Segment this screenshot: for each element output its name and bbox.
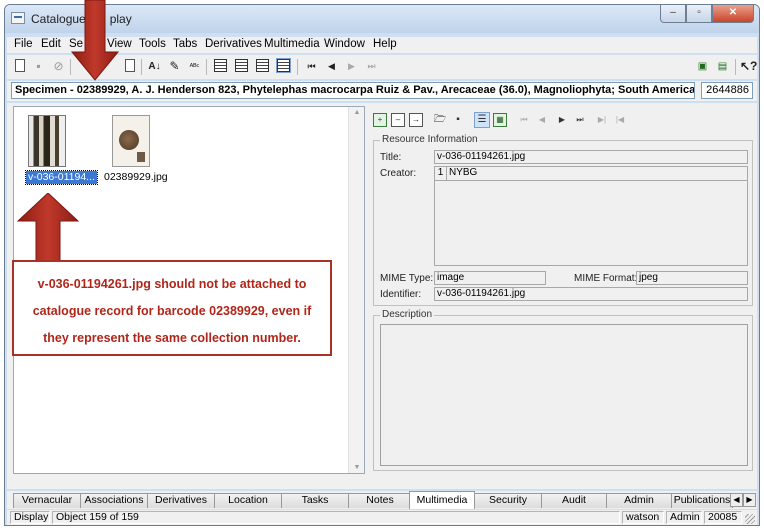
open-folder-icon[interactable]: 🗁 bbox=[433, 113, 447, 127]
annotation-arrow-down bbox=[70, 0, 120, 81]
previous-multimedia-icon[interactable]: ◀ bbox=[535, 113, 549, 127]
annotation-line: v-036-01194261.jpg should not be attache… bbox=[37, 277, 307, 291]
last-multimedia-icon[interactable]: ⏭ bbox=[573, 113, 587, 127]
add-multimedia-icon[interactable]: + bbox=[373, 113, 387, 127]
annotation-arrow-up bbox=[16, 193, 80, 266]
tab-vernacular[interactable]: Vernacular bbox=[13, 493, 81, 508]
edit-note-icon[interactable]: ✎ bbox=[167, 59, 182, 74]
annotation-line: they represent the same collection numbe… bbox=[43, 331, 301, 345]
menu-multimedia[interactable]: Multimedia bbox=[264, 38, 320, 50]
status-object: Object 159 of 159 bbox=[52, 511, 620, 524]
menu-file[interactable]: File bbox=[14, 38, 33, 50]
record-summary: Specimen - 02389929, A. J. Henderson 823… bbox=[11, 82, 695, 99]
resource-information-group: Resource Information Title: v-036-011942… bbox=[373, 134, 753, 306]
spellcheck-icon[interactable]: ᴬᴮᶜ bbox=[187, 59, 202, 74]
remove-multimedia-icon[interactable]: – bbox=[391, 113, 405, 127]
image-view-icon[interactable]: ▦ bbox=[493, 113, 507, 127]
status-bar: Display Object 159 of 159 watson Admin 2… bbox=[7, 510, 757, 525]
copy-record-icon[interactable] bbox=[125, 59, 135, 72]
next-multimedia-icon[interactable]: ▶ bbox=[555, 113, 569, 127]
tab-location[interactable]: Location bbox=[214, 493, 282, 508]
step-forward-icon[interactable]: ▶| bbox=[595, 113, 609, 127]
tab-derivatives[interactable]: Derivatives bbox=[147, 493, 215, 508]
status-code: 20085 bbox=[704, 511, 742, 524]
export-icon[interactable]: ▤ bbox=[715, 59, 730, 74]
first-record-icon[interactable]: ⏮ bbox=[304, 59, 319, 74]
status-mode: Display bbox=[10, 511, 50, 524]
tab-associations[interactable]: Associations bbox=[80, 493, 148, 508]
mime-format-label: MIME Format: bbox=[574, 273, 638, 284]
resize-grip[interactable] bbox=[745, 514, 755, 524]
tab-scroll-right-icon[interactable]: ▶ bbox=[743, 493, 756, 507]
tab-security[interactable]: Security bbox=[474, 493, 542, 508]
step-back-icon[interactable]: |◀ bbox=[613, 113, 627, 127]
description-group: Description bbox=[373, 309, 753, 471]
new-record-icon[interactable] bbox=[15, 59, 25, 72]
thumbnail-label[interactable]: 02389929.jpg bbox=[104, 171, 168, 184]
title-label: Title: bbox=[380, 152, 402, 163]
identifier-field[interactable]: v-036-01194261.jpg bbox=[434, 287, 748, 301]
resource-information-legend: Resource Information bbox=[380, 134, 480, 145]
cancel-icon[interactable]: ⊘ bbox=[51, 59, 66, 74]
display-view-icon[interactable] bbox=[276, 58, 291, 73]
save-icon[interactable]: ▪ bbox=[31, 59, 46, 74]
caption-buttons: – ▫ ✕ bbox=[660, 5, 754, 24]
maximize-button[interactable]: ▫ bbox=[686, 5, 712, 23]
menu-edit[interactable]: Edit bbox=[41, 38, 61, 50]
menu-tabs[interactable]: Tabs bbox=[173, 38, 197, 50]
thumbnail-scrollbar[interactable]: ▲ ▼ bbox=[348, 107, 364, 473]
description-field[interactable] bbox=[380, 324, 748, 466]
multimedia-toolbar: + – → 🗁 ▪ ☰ ▦ ⏮ ◀ ▶ ⏭ ▶| |◀ bbox=[369, 111, 753, 131]
close-button[interactable]: ✕ bbox=[712, 5, 754, 23]
tab-notes[interactable]: Notes bbox=[348, 493, 412, 508]
mime-type-field[interactable]: image bbox=[434, 271, 546, 285]
next-record-icon[interactable]: ▶ bbox=[344, 59, 359, 74]
last-record-icon[interactable]: ⏭ bbox=[364, 59, 379, 74]
description-legend: Description bbox=[380, 309, 435, 320]
tab-tasks[interactable]: Tasks bbox=[281, 493, 349, 508]
scroll-down-icon[interactable]: ▼ bbox=[349, 464, 365, 471]
record-id: 2644886 bbox=[701, 82, 753, 99]
status-role: Admin bbox=[666, 511, 702, 524]
mime-type-label: MIME Type: bbox=[380, 273, 434, 284]
detail-view-icon[interactable] bbox=[256, 59, 269, 72]
save-multimedia-icon[interactable]: ▪ bbox=[451, 113, 465, 127]
app-icon bbox=[11, 12, 25, 24]
context-help-icon[interactable]: ↖? bbox=[740, 59, 757, 74]
tab-publications[interactable]: Publications bbox=[671, 493, 733, 508]
identifier-label: Identifier: bbox=[380, 289, 422, 300]
creator-value: NYBG bbox=[449, 167, 478, 178]
creator-index: 1 bbox=[435, 167, 447, 181]
title-field[interactable]: v-036-01194261.jpg bbox=[434, 150, 748, 164]
list-view-icon[interactable] bbox=[235, 59, 248, 72]
annotation-line: catalogue record for barcode 02389929, e… bbox=[32, 304, 312, 318]
creator-list[interactable]: 1 NYBG bbox=[434, 166, 748, 266]
annotation-callout: v-036-01194261.jpg should not be attache… bbox=[12, 260, 332, 356]
thumbnail-image[interactable] bbox=[112, 115, 150, 167]
minimize-button[interactable]: – bbox=[660, 5, 686, 23]
tab-strip: Vernacular Associations Derivatives Loca… bbox=[7, 491, 757, 509]
report-icon[interactable]: ▣ bbox=[695, 59, 710, 74]
previous-record-icon[interactable]: ◀ bbox=[324, 59, 339, 74]
creator-label: Creator: bbox=[380, 168, 417, 179]
tab-multimedia[interactable]: Multimedia bbox=[409, 491, 475, 509]
sort-icon[interactable]: A↓ bbox=[147, 59, 162, 74]
record-summary-bar: Specimen - 02389929, A. J. Henderson 823… bbox=[7, 81, 757, 101]
scroll-up-icon[interactable]: ▲ bbox=[349, 109, 365, 116]
tab-admin[interactable]: Admin bbox=[606, 493, 672, 508]
replace-multimedia-icon[interactable]: → bbox=[409, 113, 423, 127]
thumbnail-image[interactable] bbox=[28, 115, 66, 167]
thumbnail-label[interactable]: v-036-01194... bbox=[25, 170, 98, 185]
menu-help[interactable]: Help bbox=[373, 38, 397, 50]
list-detail-icon[interactable]: ☰ bbox=[474, 112, 490, 128]
tab-scroll-left-icon[interactable]: ◀ bbox=[730, 493, 743, 507]
menu-window[interactable]: Window bbox=[324, 38, 365, 50]
menu-derivatives[interactable]: Derivatives bbox=[205, 38, 262, 50]
menu-tools[interactable]: Tools bbox=[139, 38, 166, 50]
page-view-icon[interactable] bbox=[214, 59, 227, 72]
first-multimedia-icon[interactable]: ⏮ bbox=[517, 113, 531, 127]
tab-audit[interactable]: Audit bbox=[541, 493, 607, 508]
status-user: watson bbox=[622, 511, 664, 524]
mime-format-field[interactable]: jpeg bbox=[636, 271, 748, 285]
